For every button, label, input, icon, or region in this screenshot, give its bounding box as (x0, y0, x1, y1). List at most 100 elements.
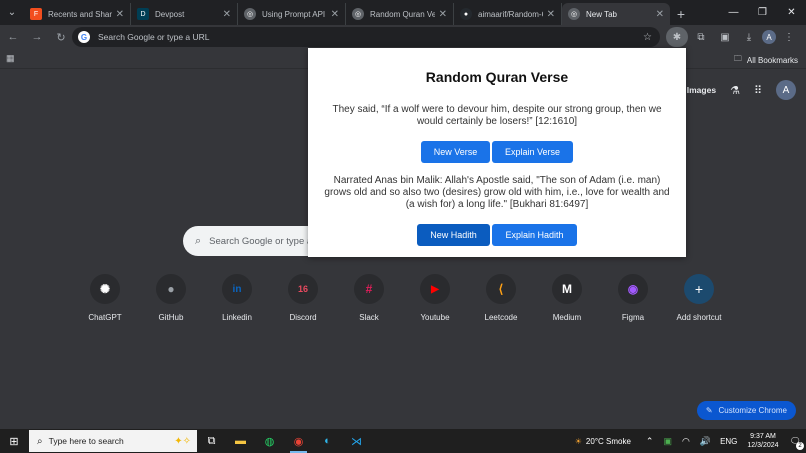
shortcut-discord[interactable]: 16 Discord (270, 274, 336, 322)
popup-title: Random Quran Verse (425, 69, 569, 85)
chrome-icon: ◎ (244, 8, 256, 20)
close-icon[interactable]: ✕ (223, 9, 231, 20)
tab-title: Recents and Sharing (48, 9, 112, 19)
shortcut-figma[interactable]: ◉ Figma (600, 274, 666, 322)
shortcut-youtube[interactable]: ▶ Youtube (402, 274, 468, 322)
network-icon[interactable]: ▣ (663, 436, 672, 447)
linkedin-icon: in (222, 274, 252, 304)
explain-hadith-button[interactable]: Explain Hadith (492, 224, 577, 246)
taskbar-search[interactable]: ⌕ Type here to search ✦✧ (29, 430, 197, 452)
omnibox[interactable]: G Search Google or type a URL ☆ (72, 27, 660, 47)
tab-title: aimaarif/Random-Q... (478, 9, 543, 19)
taskbar-search-placeholder: Type here to search (48, 436, 124, 446)
new-hadith-button[interactable]: New Hadith (417, 224, 490, 246)
chatgpt-icon: ✺ (90, 274, 120, 304)
chevron-up-icon[interactable]: ⌃ (646, 436, 654, 447)
system-tray: ☀ 20°C Smoke ⌃ ▣ ◠ 🔊 ENG 9:37 AM 12/3/20… (575, 429, 806, 453)
extensions-puzzle-icon[interactable]: ⧉ (690, 27, 712, 47)
close-icon[interactable]: ✕ (439, 9, 447, 20)
tab-title: Using Prompt API (262, 9, 326, 19)
tab-search-icon[interactable]: ⌄ (0, 0, 24, 25)
devpost-icon: D (137, 8, 149, 20)
labs-flask-icon[interactable]: ⚗ (730, 84, 740, 97)
search-icon: ⌕ (37, 435, 43, 447)
shortcut-leetcode[interactable]: ⟨ Leetcode (468, 274, 534, 322)
account-avatar[interactable]: A (776, 80, 796, 100)
download-icon[interactable]: ⤓ (738, 27, 760, 47)
shortcut-github[interactable]: ● GitHub (138, 274, 204, 322)
file-explorer-icon[interactable]: ▬ (226, 429, 255, 453)
shortcut-label: Slack (359, 313, 379, 322)
chrome-icon: ◎ (352, 8, 364, 20)
tab-strip: ⌄ F Recents and Sharing ✕ D Devpost ✕ ◎ … (0, 0, 806, 25)
omnibox-placeholder: Search Google or type a URL (98, 32, 210, 42)
explain-verse-button[interactable]: Explain Verse (492, 141, 573, 163)
language-indicator[interactable]: ENG (720, 437, 737, 446)
extension-icon[interactable]: ✱ (666, 27, 688, 47)
clock-date: 12/3/2024 (747, 442, 779, 449)
edge-icon[interactable]: ◐ (313, 429, 342, 453)
minimize-icon[interactable]: — (719, 0, 748, 25)
add-shortcut-button[interactable]: + Add shortcut (666, 274, 732, 322)
apps-grid-icon[interactable]: ▦ (6, 53, 15, 64)
chrome-taskbar-icon[interactable]: ◉ (284, 429, 313, 453)
shortcut-label: Leetcode (484, 313, 518, 322)
tab-2[interactable]: ◎ Using Prompt API ✕ (238, 3, 346, 25)
shortcut-label: GitHub (158, 313, 184, 322)
shortcut-slack[interactable]: # Slack (336, 274, 402, 322)
close-icon[interactable]: ✕ (656, 9, 664, 20)
tab-3[interactable]: ◎ Random Quran Verse ✕ (346, 3, 454, 25)
google-icon: G (78, 31, 90, 43)
weather-widget[interactable]: ☀ 20°C Smoke (575, 437, 631, 446)
shortcut-label: Add shortcut (676, 313, 722, 322)
tab-4[interactable]: ● aimaarif/Random-Q... ✕ (454, 3, 562, 25)
tab-title: New Tab (586, 9, 617, 19)
clock-time: 9:37 AM (750, 433, 776, 440)
close-icon[interactable]: ✕ (547, 9, 555, 20)
reload-icon[interactable]: ↻ (50, 26, 72, 48)
profile-avatar[interactable]: A (762, 30, 776, 44)
task-view-icon[interactable]: ⧉ (197, 429, 226, 453)
new-tab-button[interactable]: + (670, 3, 692, 25)
shortcut-linkedin[interactable]: in Linkedin (204, 274, 270, 322)
tab-0[interactable]: F Recents and Sharing ✕ (24, 3, 131, 25)
notification-icon[interactable]: 🗨 2 (790, 436, 804, 450)
windows-taskbar: ⊞ ⌕ Type here to search ✦✧ ⧉ ▬ ◍ ◉ ◐ ⋊ ☀… (0, 429, 806, 453)
vscode-icon[interactable]: ⋊ (342, 429, 371, 453)
chrome-icon: ◎ (568, 8, 580, 20)
shortcut-medium[interactable]: M Medium (534, 274, 600, 322)
maximize-icon[interactable]: ❐ (748, 0, 777, 25)
clock[interactable]: 9:37 AM 12/3/2024 (747, 432, 778, 450)
notification-count: 2 (796, 441, 804, 450)
all-bookmarks-label: All Bookmarks (746, 55, 798, 65)
tab-groups-icon[interactable]: ▣ (714, 27, 736, 47)
slack-icon: # (354, 274, 384, 304)
windows-start-icon[interactable]: ⊞ (0, 429, 28, 453)
bookmark-star-icon[interactable]: ☆ (643, 32, 652, 43)
whatsapp-icon[interactable]: ◍ (255, 429, 284, 453)
customize-chrome-button[interactable]: ✎ Customize Chrome (696, 401, 796, 420)
close-window-icon[interactable]: ✕ (777, 0, 806, 25)
pencil-icon: ✎ (705, 406, 713, 415)
forward-icon[interactable]: → (26, 26, 48, 48)
shortcut-chatgpt[interactable]: ✺ ChatGPT (72, 274, 138, 322)
volume-icon[interactable]: 🔊 (700, 436, 711, 447)
google-apps-icon[interactable]: ⠿ (754, 84, 762, 97)
tab-5[interactable]: ◎ New Tab ✕ (562, 3, 670, 25)
images-link[interactable]: Images (687, 85, 716, 95)
menu-icon[interactable]: ⋮ (778, 27, 800, 47)
figma-icon: F (30, 8, 42, 20)
shortcuts-grid: ✺ ChatGPT ● GitHub in Linkedin 16 Discor… (72, 274, 742, 324)
folder-icon: 🗀 (733, 54, 742, 63)
all-bookmarks-button[interactable]: 🗀 All Bookmarks (734, 53, 798, 67)
wifi-icon[interactable]: ◠ (682, 436, 690, 447)
close-icon[interactable]: ✕ (116, 9, 124, 20)
new-verse-button[interactable]: New Verse (421, 141, 490, 163)
tab-1[interactable]: D Devpost ✕ (131, 3, 238, 25)
youtube-icon: ▶ (420, 274, 450, 304)
back-icon[interactable]: ← (2, 26, 24, 48)
discord-icon: 16 (288, 274, 318, 304)
shortcut-label: Discord (289, 313, 317, 322)
shortcut-label: Youtube (420, 313, 450, 322)
close-icon[interactable]: ✕ (331, 9, 339, 20)
